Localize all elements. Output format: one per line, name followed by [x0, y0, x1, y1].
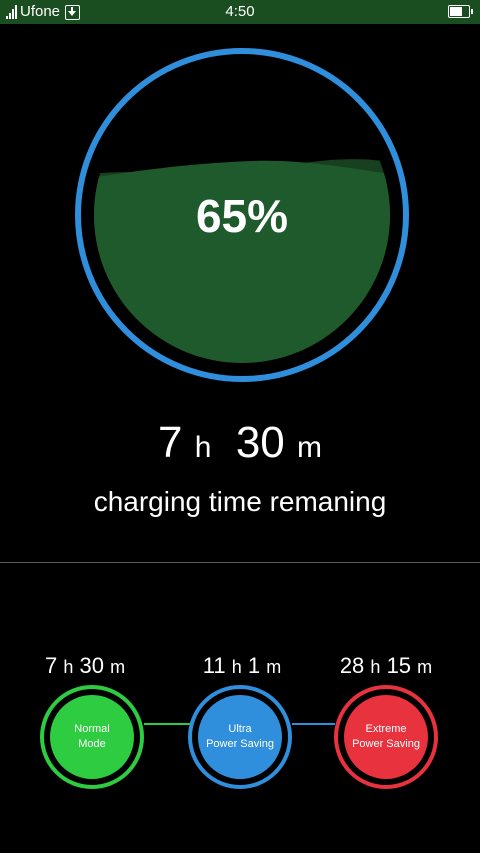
- divider: [0, 562, 480, 563]
- extreme-mode-time: 28 h 15 m: [306, 652, 466, 681]
- battery-icon: [448, 5, 473, 18]
- normal-mode-button[interactable]: Normal Mode: [40, 685, 144, 789]
- ultra-mode-label-1: Ultra: [228, 723, 252, 735]
- ultra-hours-unit: h: [231, 657, 242, 677]
- normal-minutes: 30: [79, 653, 104, 678]
- normal-mode-inner: Normal Mode: [50, 695, 134, 779]
- extreme-hours: 28: [339, 653, 365, 678]
- ultra-minutes-unit: m: [266, 657, 282, 677]
- battery-percent: 65%: [195, 190, 289, 242]
- normal-minutes-unit: m: [110, 657, 126, 677]
- charging-hours: 7: [157, 418, 183, 467]
- charging-hours-unit: h: [194, 431, 212, 464]
- charging-label: charging time remaning: [93, 486, 387, 517]
- status-bar: Ufone 4:50: [0, 0, 480, 24]
- extreme-mode-inner: Extreme Power Saving: [344, 695, 428, 779]
- charging-minutes: 30: [235, 418, 285, 467]
- extreme-power-saving-button[interactable]: Extreme Power Saving: [334, 685, 438, 789]
- normal-mode-time: 7 h 30 m: [5, 652, 165, 681]
- charging-minutes-unit: m: [297, 431, 323, 464]
- extreme-minutes-unit: m: [417, 657, 433, 677]
- clock: 4:50: [225, 3, 255, 20]
- battery-gauge: 65%: [72, 45, 412, 385]
- extreme-hours-unit: h: [370, 657, 381, 677]
- normal-hours: 7: [44, 653, 58, 678]
- charging-time: 7 h 30 m: [0, 418, 480, 473]
- ultra-minutes: 1: [247, 653, 261, 678]
- extreme-minutes: 15: [386, 653, 412, 678]
- normal-mode-label-1: Normal: [74, 723, 110, 735]
- extreme-mode-label-2: Power Saving: [352, 738, 420, 750]
- connector-normal-ultra: [144, 723, 190, 725]
- normal-mode-label-2: Mode: [78, 738, 106, 750]
- normal-hours-unit: h: [63, 657, 74, 677]
- connector-ultra-extreme: [292, 723, 335, 725]
- ultra-mode-label-2: Power Saving: [206, 738, 274, 750]
- ultra-power-saving-button[interactable]: Ultra Power Saving: [188, 685, 292, 789]
- ultra-mode-inner: Ultra Power Saving: [198, 695, 282, 779]
- extreme-mode-label-1: Extreme: [365, 723, 407, 735]
- ultra-hours: 11: [202, 653, 226, 678]
- ultra-mode-time: 11 h 1 m: [162, 652, 322, 681]
